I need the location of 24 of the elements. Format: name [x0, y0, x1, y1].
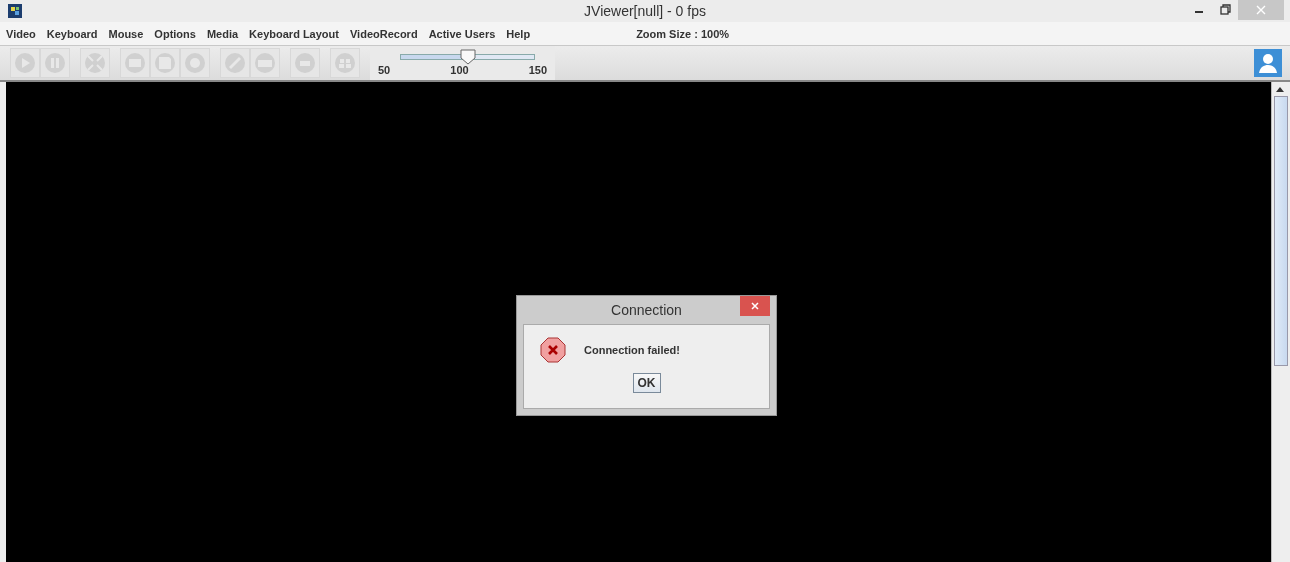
tick-label: 50 — [378, 64, 391, 76]
ok-button[interactable]: OK — [632, 373, 661, 393]
scroll-thumb[interactable] — [1274, 96, 1288, 366]
zoom-size-label: Zoom Size : 100% — [636, 27, 730, 40]
menu-item[interactable]: Video — [6, 27, 36, 40]
menu-item[interactable]: Mouse — [108, 27, 144, 40]
slider-thumb[interactable] — [459, 49, 476, 65]
user-icon[interactable] — [1254, 49, 1282, 77]
menu-item[interactable]: VideoRecord — [349, 27, 418, 40]
menu-item[interactable]: Options — [154, 27, 196, 40]
error-icon — [540, 337, 566, 363]
tick-label: 100 — [450, 64, 469, 76]
menu-item[interactable]: Active Users — [428, 27, 496, 40]
window-title: JViewer[null] - 0 fps — [584, 3, 706, 19]
menu-item[interactable]: Keyboard — [46, 27, 98, 40]
dialog-title: Connection — [611, 302, 682, 318]
menu-item[interactable]: Keyboard Layout — [249, 27, 339, 40]
menu-item[interactable]: Media — [206, 27, 239, 40]
tick-label: 150 — [528, 64, 547, 76]
error-message: Connection failed! — [584, 344, 680, 356]
menu-item[interactable]: Help — [506, 27, 531, 40]
scrollbar[interactable] — [1271, 82, 1290, 562]
close-icon[interactable] — [740, 296, 770, 316]
app-icon — [8, 4, 22, 18]
